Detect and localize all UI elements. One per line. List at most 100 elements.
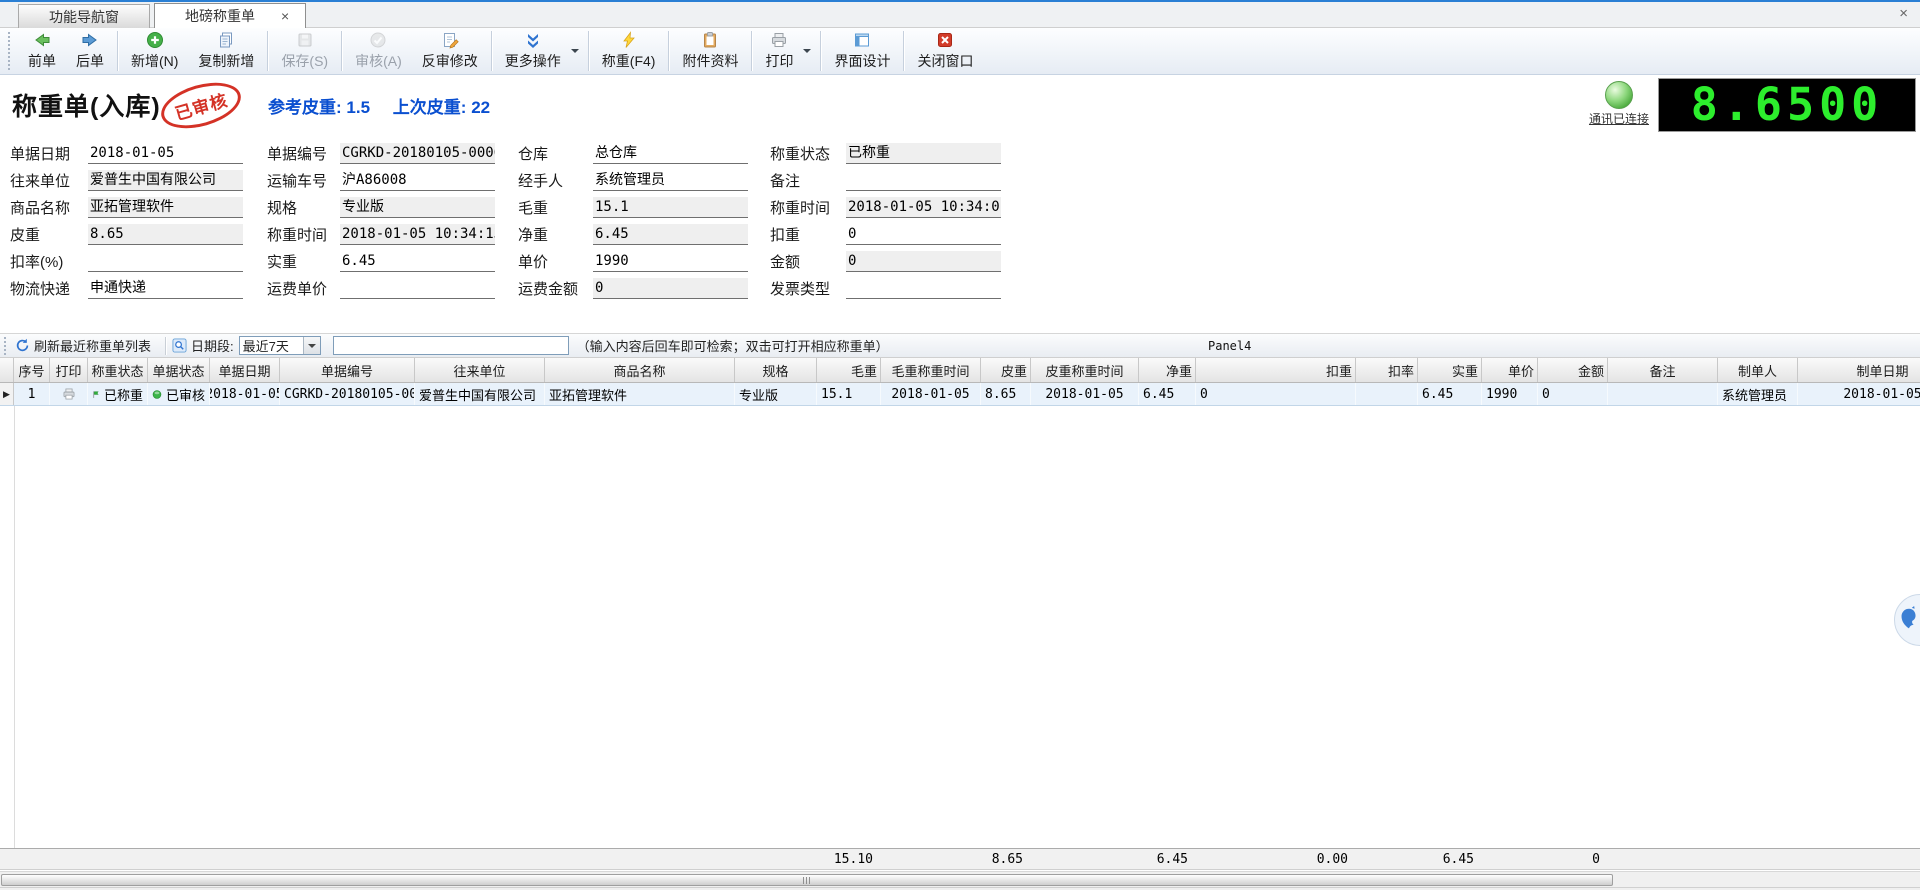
field-label-handler: 经手人 bbox=[518, 170, 593, 191]
field-freight-price[interactable] bbox=[340, 278, 495, 299]
column-header-dj[interactable]: 单价 bbox=[1482, 358, 1538, 382]
cell-djrq: 2018-01-05 bbox=[210, 383, 280, 405]
tab-close-icon[interactable]: × bbox=[281, 9, 289, 23]
column-header-zdrq[interactable]: 制单日期 bbox=[1798, 358, 1920, 382]
column-header-print[interactable]: 打印 bbox=[50, 358, 88, 382]
column-header-je[interactable]: 金额 bbox=[1538, 358, 1608, 382]
field-deduct-rate[interactable] bbox=[88, 251, 243, 272]
toolbar-entry-attach: 附件资料 bbox=[672, 28, 748, 74]
toolbar-button-copy-new[interactable]: 复制新增 bbox=[188, 28, 264, 74]
column-header-mz[interactable]: 毛重 bbox=[817, 358, 881, 382]
toolbar-button-print[interactable]: 打印 bbox=[755, 28, 803, 74]
column-header-djrq[interactable]: 单据日期 bbox=[210, 358, 280, 382]
column-header-czzt[interactable]: 称重状态 bbox=[88, 358, 148, 382]
field-handler[interactable]: 系统管理员 bbox=[593, 170, 748, 191]
field-actual-weight[interactable]: 6.45 bbox=[340, 251, 495, 272]
column-header-spmc[interactable]: 商品名称 bbox=[545, 358, 735, 382]
toolbar-grip-handle[interactable] bbox=[8, 32, 14, 70]
toolbar-button-prev[interactable]: 前单 bbox=[18, 28, 66, 74]
summary-djzt bbox=[148, 849, 210, 869]
copy-icon bbox=[217, 31, 235, 49]
search-input[interactable] bbox=[333, 336, 569, 355]
column-header-djzt[interactable]: 单据状态 bbox=[148, 358, 210, 382]
toolbar-separator bbox=[820, 31, 821, 71]
connection-status-link[interactable]: 通讯已连接 bbox=[1584, 110, 1654, 127]
column-header-jz[interactable]: 净重 bbox=[1139, 358, 1196, 382]
toolbar-button-label: 关闭窗口 bbox=[917, 51, 973, 71]
column-header-wldw[interactable]: 往来单位 bbox=[415, 358, 545, 382]
more-icon bbox=[524, 31, 542, 49]
refresh-list-button[interactable]: 刷新最近称重单列表 bbox=[15, 336, 151, 355]
horizontal-scrollbar[interactable] bbox=[0, 871, 1920, 888]
cell-dj: 1990 bbox=[1482, 383, 1538, 405]
tab-function-nav[interactable]: 功能导航窗 bbox=[18, 4, 150, 28]
toolbar-separator bbox=[751, 31, 752, 71]
field-label-weigh-status: 称重状态 bbox=[770, 143, 846, 164]
column-header-djbh[interactable]: 单据编号 bbox=[280, 358, 415, 382]
row-selector-arrow-icon: ▶ bbox=[0, 383, 14, 405]
field-label-gross-weight: 毛重 bbox=[518, 197, 593, 218]
column-header-pz[interactable]: 皮重 bbox=[981, 358, 1031, 382]
row-selector-header bbox=[0, 358, 14, 382]
audited-stamp: 已审核 bbox=[156, 74, 246, 136]
field-net-weight: 6.45 bbox=[593, 224, 748, 245]
toolbar-button-unaudit[interactable]: 反审修改 bbox=[412, 28, 488, 74]
toolbar-entry-copy-new: 复制新增 bbox=[188, 28, 264, 74]
tab-weighbridge-ticket[interactable]: 地磅称重单 × bbox=[154, 3, 306, 28]
cell-pzsj: 2018-01-05 bbox=[1031, 383, 1139, 405]
column-header-zdr[interactable]: 制单人 bbox=[1718, 358, 1798, 382]
toolbar-separator bbox=[117, 31, 118, 71]
chevron-down-icon[interactable] bbox=[571, 49, 579, 57]
combo-dropdown-button[interactable] bbox=[303, 337, 320, 354]
field-deduct-weight[interactable]: 0 bbox=[846, 224, 1001, 245]
ref-tare-label: 参考皮重: bbox=[268, 98, 342, 117]
cell-sz: 6.45 bbox=[1418, 383, 1482, 405]
date-range-select[interactable]: 最近7天 bbox=[239, 336, 321, 355]
column-header-mzsj[interactable]: 毛重称重时间 bbox=[881, 358, 981, 382]
column-header-bz[interactable]: 备注 bbox=[1608, 358, 1718, 382]
field-invoice-type[interactable] bbox=[846, 278, 1001, 299]
field-label-unit-price: 单价 bbox=[518, 251, 593, 272]
toolbar-button-weigh[interactable]: 称重(F4) bbox=[592, 28, 666, 74]
toolbar-button-attach[interactable]: 附件资料 bbox=[672, 28, 748, 74]
field-truck-no[interactable]: 沪A86008 bbox=[340, 170, 495, 191]
field-label-deduct-rate: 扣率(%) bbox=[10, 251, 88, 272]
column-header-gg[interactable]: 规格 bbox=[735, 358, 817, 382]
field-unit-price[interactable]: 1990 bbox=[593, 251, 748, 272]
field-warehouse[interactable]: 总仓库 bbox=[593, 143, 748, 164]
filter-grip-handle[interactable] bbox=[4, 337, 9, 355]
cell-zdrq: 2018-01-05 bbox=[1798, 383, 1920, 405]
column-header-xh[interactable]: 序号 bbox=[14, 358, 50, 382]
table-row[interactable]: ▶1已称重已审核2018-01-05CGRKD-20180105-0006爱普生… bbox=[0, 383, 1920, 406]
toolbar-button-design[interactable]: 界面设计 bbox=[824, 28, 900, 74]
field-remark[interactable] bbox=[846, 170, 1001, 191]
field-label-net-weight: 净重 bbox=[518, 224, 593, 245]
toolbar-button-next[interactable]: 后单 bbox=[66, 28, 114, 74]
cell-xh: 1 bbox=[14, 383, 50, 405]
assistant-floating-button[interactable] bbox=[1894, 594, 1920, 646]
row-print-icon[interactable] bbox=[50, 383, 88, 405]
cell-czzt: 已称重 bbox=[88, 383, 148, 405]
design-icon bbox=[853, 31, 871, 49]
toolbar-button-more[interactable]: 更多操作 bbox=[495, 28, 571, 74]
search-filter-icon[interactable] bbox=[172, 338, 187, 353]
column-header-sz[interactable]: 实重 bbox=[1418, 358, 1482, 382]
field-amount: 0 bbox=[846, 251, 1001, 272]
refresh-list-label: 刷新最近称重单列表 bbox=[34, 336, 151, 355]
field-label-deduct-weight: 扣重 bbox=[770, 224, 846, 245]
field-bill-date[interactable]: 2018-01-05 bbox=[88, 143, 243, 164]
column-header-pzsj[interactable]: 皮重称重时间 bbox=[1031, 358, 1139, 382]
summary-spmc bbox=[545, 849, 735, 869]
toolbar-entry-design: 界面设计 bbox=[824, 28, 900, 74]
scrollbar-thumb[interactable] bbox=[1, 874, 1613, 886]
toolbar-button-new[interactable]: 新增(N) bbox=[121, 28, 188, 74]
window-close-icon[interactable]: × bbox=[1899, 6, 1908, 21]
toolbar-button-close-window[interactable]: 关闭窗口 bbox=[907, 28, 983, 74]
toolbar-button-label: 前单 bbox=[28, 51, 56, 71]
column-header-kl[interactable]: 扣率 bbox=[1356, 358, 1418, 382]
field-logistics[interactable]: 申通快递 bbox=[88, 278, 243, 299]
tab-label: 地磅称重单 bbox=[185, 6, 255, 26]
toolbar-separator bbox=[341, 31, 342, 71]
chevron-down-icon[interactable] bbox=[803, 49, 811, 57]
column-header-kz[interactable]: 扣重 bbox=[1196, 358, 1356, 382]
